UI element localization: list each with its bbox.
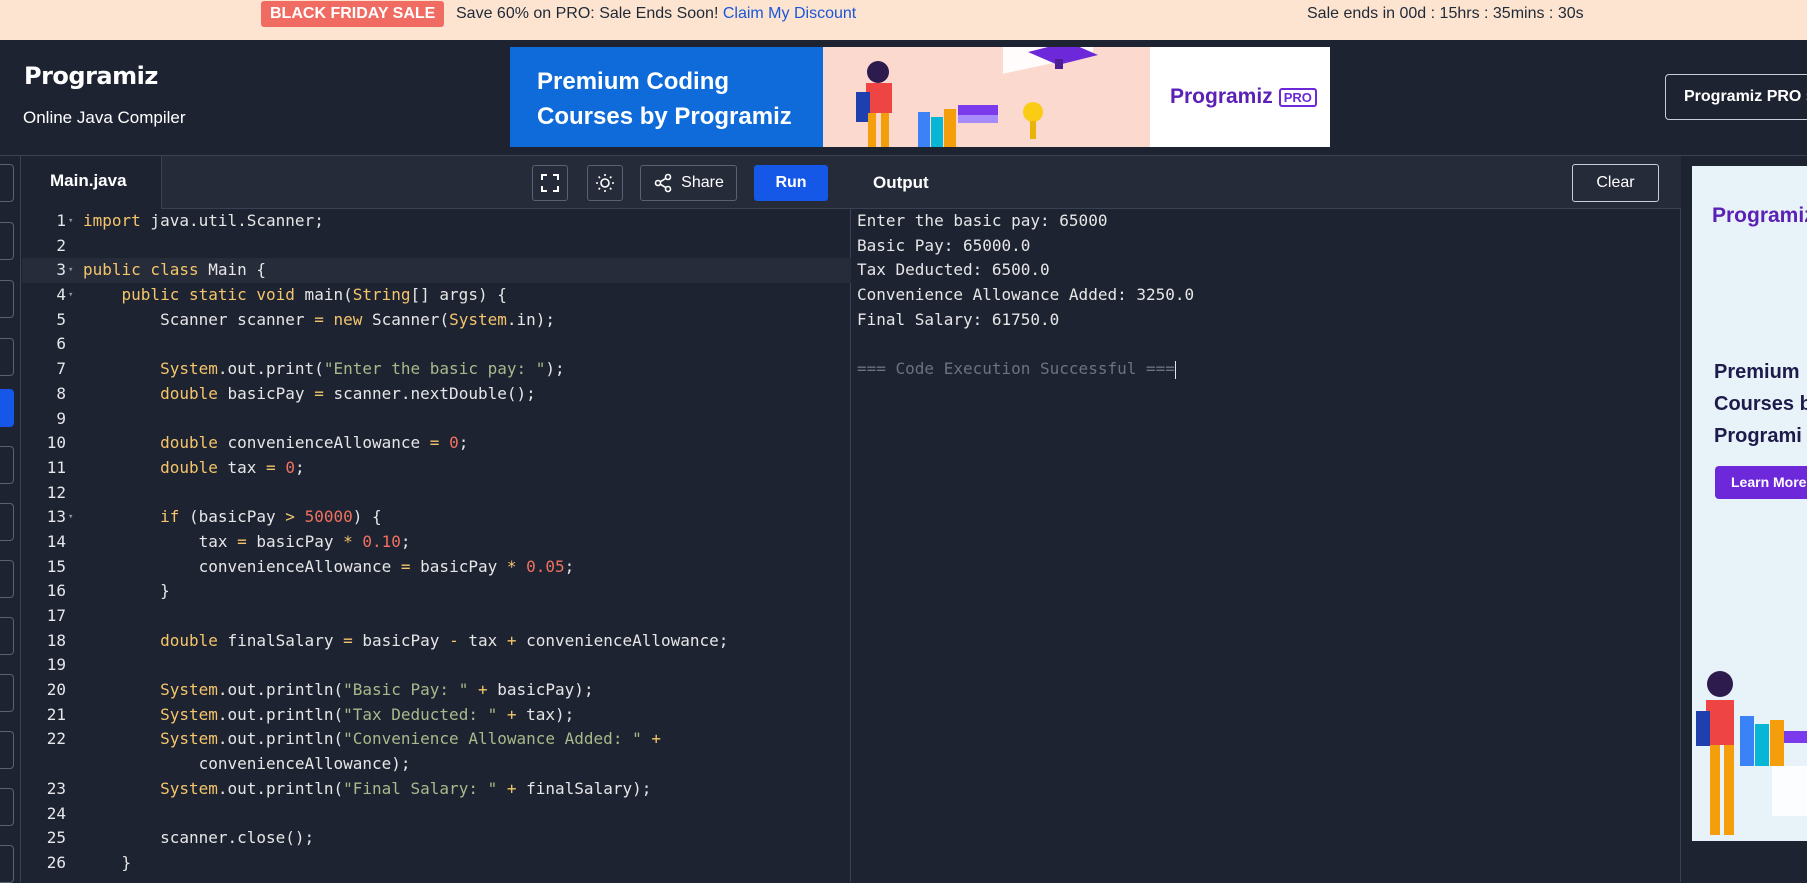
sidebar-language-icon[interactable] bbox=[0, 674, 14, 712]
sale-timer: Sale ends in 00d : 15hrs : 35mins : 30s bbox=[1307, 5, 1584, 22]
sidebar-language-icon[interactable] bbox=[0, 845, 14, 883]
page-subtitle: Online Java Compiler bbox=[23, 108, 186, 127]
code-line: 10 double convenienceAllowance = 0; bbox=[46, 433, 469, 453]
sidebar-language-icon[interactable] bbox=[0, 446, 14, 484]
code-line: 18 double finalSalary = basicPay - tax +… bbox=[46, 630, 729, 650]
code-line: 21 System.out.println("Tax Deducted: " +… bbox=[46, 704, 575, 724]
code-line: 4 ▾ public static void main(String[] args… bbox=[56, 285, 507, 305]
code-line: 2 bbox=[56, 235, 66, 255]
sidebar-java-icon[interactable] bbox=[0, 389, 14, 427]
output-toolbar: Output Clear bbox=[851, 156, 1681, 209]
clear-button[interactable]: Clear bbox=[1572, 164, 1659, 202]
sidebar-language-icon[interactable] bbox=[0, 560, 14, 598]
editor-toolbar: Main.java Share Run bbox=[22, 156, 851, 209]
language-sidebar bbox=[0, 156, 21, 883]
code-line: 5 Scanner scanner = new Scanner(System.i… bbox=[56, 309, 556, 329]
sidebar-language-icon[interactable] bbox=[0, 280, 14, 318]
code-line: 11 double tax = 0; bbox=[46, 457, 305, 477]
code-line: 13 ▾ if (basicPay > 50000) { bbox=[46, 507, 382, 527]
output-panel: Output Clear Enter the basic pay: 65000 … bbox=[851, 156, 1681, 882]
sidebar-language-icon[interactable] bbox=[0, 788, 14, 826]
code-line: 23 System.out.println("Final Salary: " +… bbox=[46, 778, 652, 798]
code-line: 15 convenienceAllowance = basicPay * 0.0… bbox=[46, 556, 575, 576]
code-line: 6 bbox=[56, 334, 66, 354]
output-line: Basic Pay: 65000.0 bbox=[857, 235, 1031, 255]
execution-status: === Code Execution Successful === bbox=[857, 359, 1176, 379]
code-line: 19 bbox=[46, 655, 66, 675]
sidebar-language-icon[interactable] bbox=[0, 731, 14, 769]
output-line: Final Salary: 61750.0 bbox=[857, 309, 1060, 329]
code-line: 7 System.out.print("Enter the basic pay:… bbox=[56, 359, 565, 379]
code-line: 16 } bbox=[46, 581, 170, 601]
share-button[interactable]: Share bbox=[640, 165, 737, 201]
fullscreen-icon[interactable] bbox=[532, 165, 568, 201]
output-console[interactable]: Enter the basic pay: 65000 Basic Pay: 65… bbox=[857, 209, 1194, 382]
output-title: Output bbox=[873, 173, 929, 192]
banner-pro-logo: Programiz PRO bbox=[1150, 47, 1330, 147]
sidebar-language-icon[interactable] bbox=[0, 338, 14, 376]
claim-discount-link[interactable]: Claim My Discount bbox=[723, 5, 856, 22]
code-line: 12 bbox=[46, 482, 66, 502]
code-editor-panel: Main.java Share Run 1 ▾ import java.util.S… bbox=[22, 156, 851, 882]
code-line: 24 bbox=[46, 803, 66, 823]
code-line: 20 System.out.println("Basic Pay: " + ba… bbox=[46, 680, 594, 700]
programiz-logo[interactable]: Programiz bbox=[24, 62, 158, 90]
code-line: 3 ▾ public class Main { bbox=[22, 258, 851, 284]
code-area[interactable]: 1 ▾ import java.util.Scanner; 2 3 ▾ public c… bbox=[22, 209, 851, 882]
header: Programiz Online Java Compiler Premium C… bbox=[0, 40, 1807, 156]
output-line: Enter the basic pay: 65000 bbox=[857, 211, 1108, 230]
learn-more-button[interactable]: Learn More bbox=[1715, 466, 1807, 499]
code-line: 26 } bbox=[46, 852, 132, 872]
tab-main-java[interactable]: Main.java bbox=[22, 156, 162, 209]
sidebar-language-icon[interactable] bbox=[0, 222, 14, 260]
programiz-pro-button[interactable]: Programiz PRO › bbox=[1665, 74, 1807, 120]
ad-heading: Premium Courses b Programi bbox=[1714, 361, 1807, 447]
theme-toggle-icon[interactable] bbox=[587, 165, 623, 201]
code-line: convenienceAllowance); bbox=[83, 754, 411, 774]
sidebar-language-icon[interactable] bbox=[0, 503, 14, 541]
run-button[interactable]: Run bbox=[754, 165, 828, 201]
code-line: 14 tax = basicPay * 0.10; bbox=[46, 531, 411, 551]
sidebar-language-icon[interactable] bbox=[0, 617, 14, 655]
ad-logo: Programiz bbox=[1712, 204, 1807, 227]
code-line: 22 System.out.println("Convenience Allow… bbox=[46, 729, 661, 749]
output-line: Convenience Allowance Added: 3250.0 bbox=[857, 285, 1195, 305]
code-line: 9 bbox=[56, 408, 66, 428]
side-ad[interactable]: Programiz Premium Courses b Programi Lea… bbox=[1692, 166, 1807, 841]
ad-illustration bbox=[1696, 671, 1807, 835]
code-line: 8 double basicPay = scanner.nextDouble()… bbox=[56, 383, 536, 403]
banner-text: Premium Coding Courses by Programiz bbox=[510, 47, 823, 147]
code-line: 17 bbox=[46, 606, 66, 625]
share-icon bbox=[654, 173, 672, 193]
code-line: 25 scanner.close(); bbox=[46, 828, 315, 848]
ad-banner[interactable]: Premium Coding Courses by Programiz Prog… bbox=[510, 47, 1330, 147]
code-line: 1 ▾ import java.util.Scanner; bbox=[56, 211, 324, 230]
sidebar-language-icon[interactable] bbox=[0, 164, 14, 202]
promo-text: Save 60% on PRO: Sale Ends Soon! Claim M… bbox=[456, 5, 857, 22]
sale-badge: BLACK FRIDAY SALE bbox=[261, 1, 445, 27]
banner-illustration bbox=[823, 47, 1150, 147]
output-line: Tax Deducted: 6500.0 bbox=[857, 260, 1050, 280]
promo-bar: BLACK FRIDAY SALE Save 60% on PRO: Sale … bbox=[0, 0, 1807, 40]
